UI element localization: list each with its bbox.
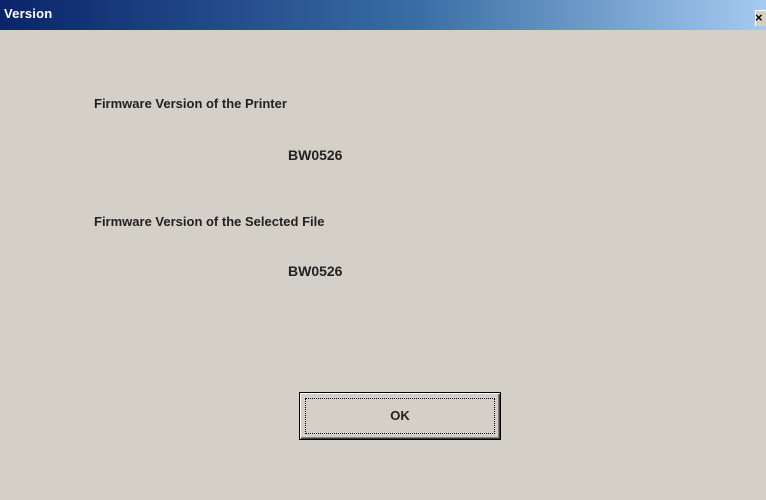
file-firmware-label: Firmware Version of the Selected File bbox=[94, 214, 325, 229]
version-dialog: Version × Firmware Version of the Printe… bbox=[0, 0, 766, 500]
window-title: Version bbox=[4, 6, 53, 21]
file-firmware-value: BW0526 bbox=[288, 263, 343, 279]
ok-button-label: OK bbox=[390, 408, 410, 423]
ok-button[interactable]: OK bbox=[299, 392, 501, 440]
printer-firmware-label: Firmware Version of the Printer bbox=[94, 96, 287, 111]
dialog-content: Firmware Version of the Printer BW0526 F… bbox=[0, 30, 766, 500]
title-bar[interactable]: Version × bbox=[0, 0, 766, 30]
close-icon[interactable]: × bbox=[755, 10, 766, 26]
printer-firmware-value: BW0526 bbox=[288, 147, 343, 163]
